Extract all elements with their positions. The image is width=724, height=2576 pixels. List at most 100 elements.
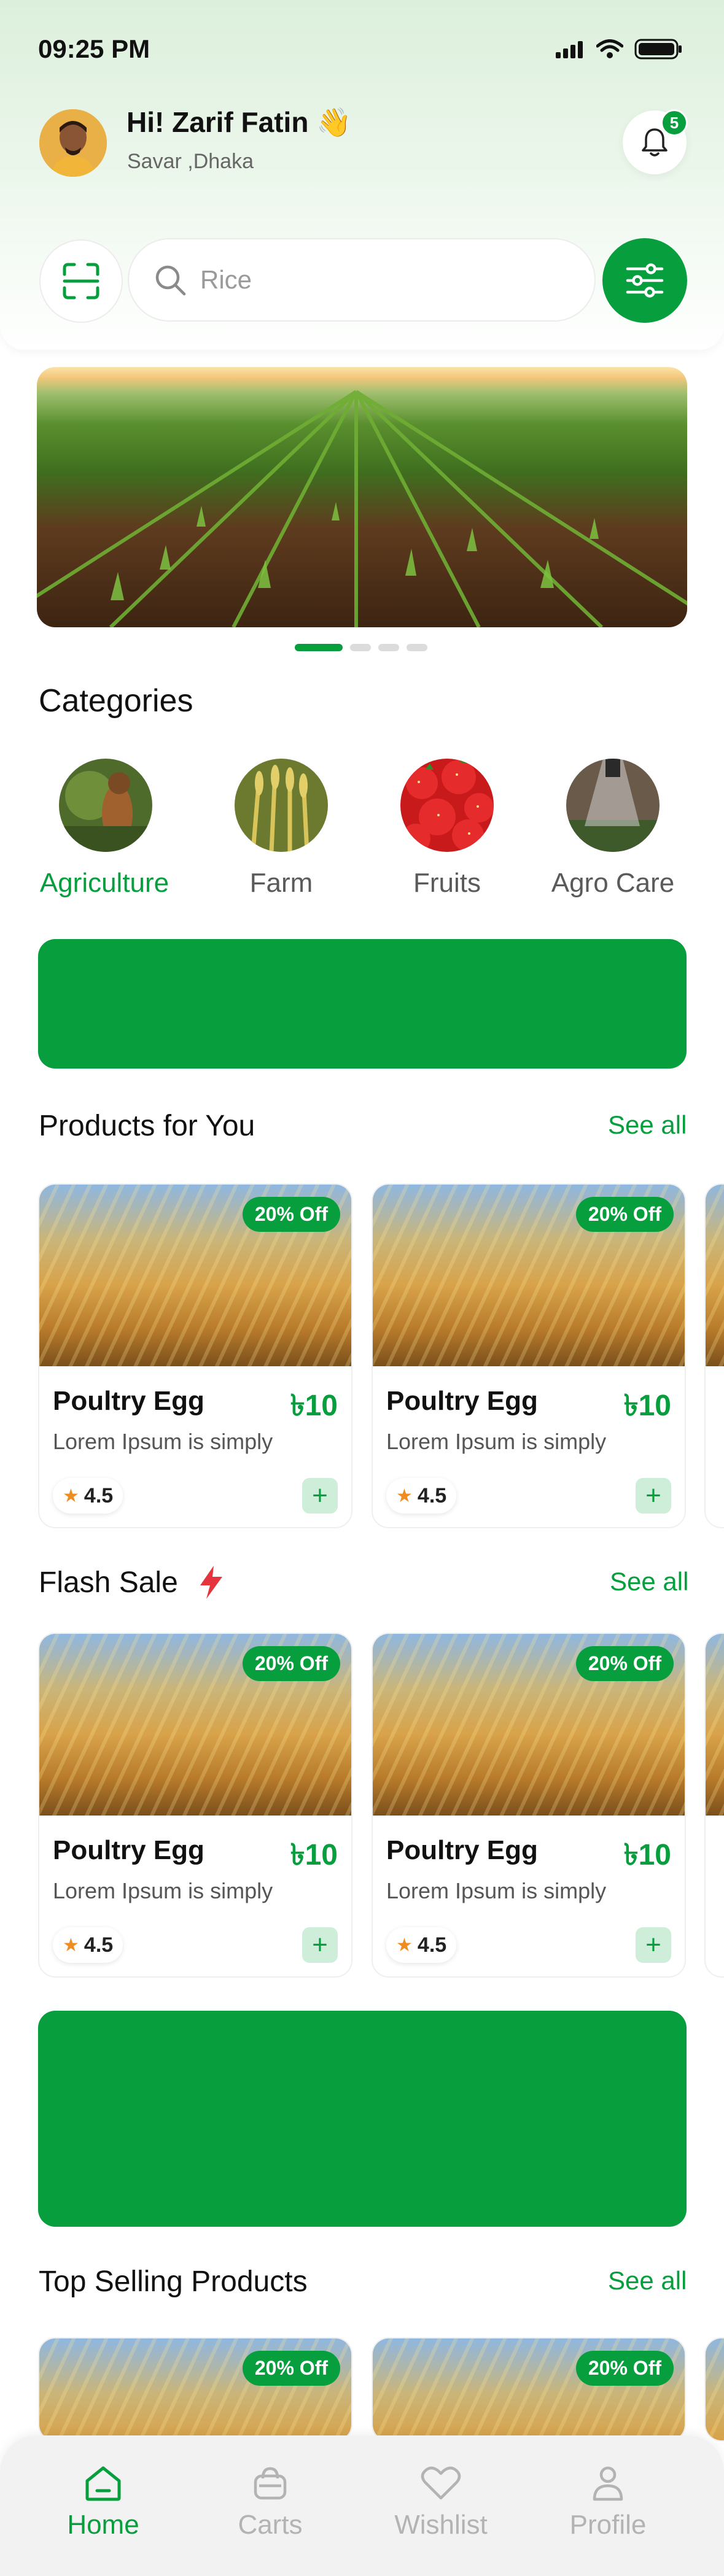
discount-badge: 20% Off: [242, 1197, 340, 1232]
product-name: Poultry Egg: [386, 1835, 538, 1865]
bottom-navigation: Home Carts Wishlist Profile: [0, 2435, 724, 2576]
product-image: 20% Off: [39, 2338, 351, 2440]
product-description: Lorem Ipsum is simply: [53, 1429, 273, 1454]
promo-banner[interactable]: [37, 367, 687, 627]
product-price: ৳10: [623, 1839, 671, 1871]
category-label: Agriculture: [39, 868, 169, 898]
categories-title: Categories: [39, 683, 193, 719]
product-image: [706, 1185, 724, 1366]
product-card[interactable]: 20% Off Poultry Egg ৳10 Lorem Ipsum is s…: [38, 1183, 352, 1528]
pagination-dot-2[interactable]: [350, 644, 371, 651]
product-image: 20% Off: [39, 1634, 351, 1816]
top-selling-see-all[interactable]: See all: [608, 2266, 687, 2296]
product-card-peek[interactable]: [704, 2337, 724, 2442]
discount-badge: 20% Off: [575, 1197, 674, 1232]
banner-image: [37, 390, 687, 627]
nav-label: Home: [67, 2510, 139, 2540]
product-card-peek[interactable]: [704, 1633, 724, 1978]
product-image: 20% Off: [373, 1185, 685, 1366]
product-image: [706, 1634, 724, 1816]
star-icon: ★: [396, 1935, 413, 1955]
plus-icon: +: [312, 1930, 328, 1960]
battery-icon: [634, 39, 682, 60]
add-to-cart-button[interactable]: +: [636, 1478, 671, 1514]
search-placeholder: Rice: [200, 265, 252, 294]
rating-value: 4.5: [417, 1483, 447, 1507]
nav-carts[interactable]: Carts: [209, 2465, 332, 2540]
filter-button[interactable]: [602, 238, 687, 323]
category-image: [59, 759, 152, 852]
products-for-you-see-all[interactable]: See all: [608, 1110, 687, 1140]
discount-badge: 20% Off: [575, 1646, 674, 1681]
product-description: Lorem Ipsum is simply: [386, 1429, 607, 1454]
product-image: 20% Off: [373, 1634, 685, 1816]
plus-icon: +: [645, 1480, 661, 1510]
product-image: [706, 2338, 724, 2440]
product-card-peek[interactable]: [704, 1183, 724, 1528]
heart-icon: [421, 2466, 461, 2500]
filter-icon: [626, 263, 664, 298]
category-label: Agro Care: [551, 868, 675, 898]
product-card[interactable]: 20% Off Poultry Egg ৳10 Lorem Ipsum is s…: [372, 1183, 686, 1528]
category-image: [235, 759, 328, 852]
nav-profile[interactable]: Profile: [547, 2465, 669, 2540]
promo-block-2[interactable]: [38, 2011, 687, 2227]
product-name: Poultry Egg: [53, 1386, 204, 1416]
home-icon: [85, 2466, 121, 2501]
top-selling-title: Top Selling Products: [39, 2265, 308, 2298]
add-to-cart-button[interactable]: +: [302, 1927, 338, 1963]
category-agro-care[interactable]: Agro Care: [545, 759, 680, 899]
nav-label: Profile: [569, 2510, 647, 2540]
category-fruits[interactable]: Fruits: [380, 759, 515, 899]
scan-icon: [63, 263, 99, 300]
notification-badge: 5: [661, 109, 688, 136]
banner-pagination[interactable]: [295, 644, 427, 651]
category-farm[interactable]: Farm: [214, 759, 349, 899]
plus-icon: +: [312, 1480, 328, 1510]
star-icon: ★: [63, 1485, 79, 1506]
category-agriculture[interactable]: Agriculture: [38, 759, 173, 899]
wifi-icon: [596, 39, 623, 58]
add-to-cart-button[interactable]: +: [636, 1927, 671, 1963]
nav-label: Carts: [238, 2510, 303, 2540]
discount-badge: 20% Off: [575, 2351, 674, 2386]
category-label: Farm: [249, 868, 313, 898]
search-input[interactable]: Rice: [128, 238, 596, 322]
profile-icon: [593, 2466, 623, 2501]
pagination-dot-3[interactable]: [378, 644, 399, 651]
product-name: Poultry Egg: [53, 1835, 204, 1865]
promo-block-1[interactable]: [38, 939, 687, 1069]
rating-value: 4.5: [84, 1483, 114, 1507]
rating-value: 4.5: [417, 1933, 447, 1957]
product-price: ৳10: [623, 1390, 671, 1422]
greeting-text: Hi! Zarif Fatin 👋: [127, 106, 352, 138]
rating-value: 4.5: [84, 1933, 114, 1957]
product-price: ৳10: [290, 1390, 338, 1422]
flash-sale-see-all[interactable]: See all: [610, 1567, 688, 1596]
rating-pill: ★ 4.5: [53, 1927, 123, 1963]
product-card[interactable]: 20% Off Poultry Egg ৳10 Lorem Ipsum is s…: [372, 1633, 686, 1978]
discount-badge: 20% Off: [242, 2351, 340, 2386]
product-description: Lorem Ipsum is simply: [53, 1878, 273, 1903]
add-to-cart-button[interactable]: +: [302, 1478, 338, 1514]
rating-pill: ★ 4.5: [386, 1927, 457, 1963]
scan-button[interactable]: [39, 239, 123, 323]
nav-home[interactable]: Home: [42, 2465, 165, 2540]
product-card[interactable]: 20% Off: [38, 2337, 352, 2442]
avatar-image: [39, 109, 107, 177]
category-image: [400, 759, 494, 852]
product-card[interactable]: 20% Off Poultry Egg ৳10 Lorem Ipsum is s…: [38, 1633, 352, 1978]
search-icon: [155, 265, 186, 296]
category-label: Fruits: [413, 868, 481, 898]
category-image: [566, 759, 660, 852]
product-image: 20% Off: [39, 1185, 351, 1366]
nav-wishlist[interactable]: Wishlist: [380, 2465, 502, 2540]
pagination-dot-1[interactable]: [295, 644, 343, 651]
star-icon: ★: [396, 1485, 413, 1506]
nav-label: Wishlist: [394, 2510, 488, 2540]
avatar[interactable]: [39, 109, 107, 177]
product-card[interactable]: 20% Off: [372, 2337, 686, 2442]
discount-badge: 20% Off: [242, 1646, 340, 1681]
pagination-dot-4[interactable]: [407, 644, 427, 651]
product-image: 20% Off: [373, 2338, 685, 2440]
